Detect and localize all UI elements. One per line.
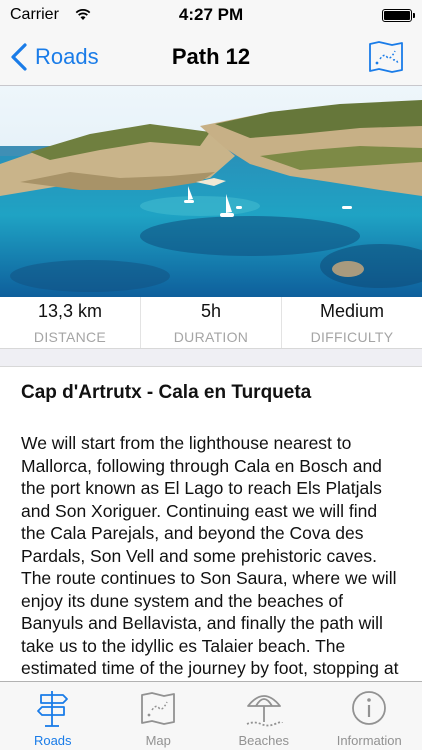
umbrella-icon: [246, 695, 283, 727]
tab-beaches[interactable]: Beaches: [211, 682, 317, 750]
stat-duration: 5h DURATION: [141, 297, 282, 348]
clock: 4:27 PM: [178, 5, 244, 24]
route-stats: 13,3 km DISTANCE 5h DURATION Medium DIFF…: [0, 297, 422, 349]
tab-map-label: Map: [145, 733, 171, 748]
page-title: Path 12: [171, 44, 251, 69]
tab-information-label: Information: [336, 733, 402, 748]
distance-value: 13,3 km: [37, 301, 103, 321]
section-separator: [0, 349, 422, 367]
tab-beaches-label: Beaches: [238, 733, 290, 748]
map-icon[interactable]: [368, 40, 404, 74]
tab-roads-label: Roads: [33, 733, 72, 748]
stat-distance: 13,3 km DISTANCE: [0, 297, 141, 348]
info-icon: [352, 691, 387, 725]
tab-map[interactable]: Map: [106, 682, 212, 750]
route-description[interactable]: Cap d'Artrutx - Cala en Turqueta We will…: [0, 368, 422, 681]
stat-difficulty: Medium DIFFICULTY: [282, 297, 422, 348]
route-photo: [0, 86, 422, 297]
navigation-bar: Roads Path 12: [0, 30, 422, 86]
tab-bar: Roads Map Beaches Information: [0, 681, 422, 750]
difficulty-value: Medium: [319, 301, 385, 321]
route-title: Cap d'Artrutx - Cala en Turqueta: [21, 382, 312, 403]
difficulty-label: DIFFICULTY: [310, 329, 394, 345]
route-body-text: We will start from the lighthouse neares…: [21, 433, 399, 681]
signpost-icon: [36, 691, 68, 727]
status-bar: Carrier 4:27 PM: [0, 0, 422, 30]
distance-label: DISTANCE: [33, 329, 107, 345]
tab-information[interactable]: Information: [317, 682, 422, 750]
battery-icon: [382, 9, 415, 22]
duration-value: 5h: [200, 301, 222, 321]
map-icon: [141, 692, 176, 725]
tab-roads[interactable]: Roads: [0, 682, 106, 750]
duration-label: DURATION: [173, 329, 249, 345]
